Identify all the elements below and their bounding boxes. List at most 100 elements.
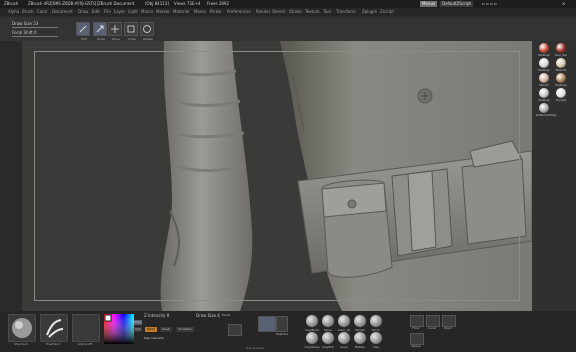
scale-icon: [127, 25, 135, 33]
zsphere-label: Zsphere: [276, 332, 289, 336]
alpha-thumbnail[interactable]: [72, 314, 100, 342]
brush-sphere-icon: [12, 318, 32, 338]
menu-macro[interactable]: Macro: [141, 9, 153, 14]
menu-draw[interactable]: Draw: [78, 9, 88, 14]
title-segment-app: ZBrush: [4, 1, 19, 6]
menu-layer[interactable]: Layer: [114, 9, 125, 14]
material-swatch-7[interactable]: [539, 88, 549, 98]
menu-picker[interactable]: Picker: [210, 9, 222, 14]
menu-tool[interactable]: Tool: [323, 9, 331, 14]
stroke-thumbnail[interactable]: [40, 314, 68, 342]
damstandard-brush-icon[interactable]: [338, 315, 350, 327]
window-icons[interactable]: ▫ ▫ ▫ ▫: [480, 1, 499, 7]
focal-label[interactable]: Focal: [222, 313, 230, 317]
focal-shift-slider[interactable]: [12, 36, 58, 37]
material-swatch-4[interactable]: [556, 58, 566, 68]
draw-button[interactable]: Draw: [93, 22, 107, 41]
material-swatch-8[interactable]: [556, 88, 566, 98]
freehand-stroke-icon: [46, 319, 64, 338]
menu-brush[interactable]: Brush: [22, 9, 34, 14]
material-label-7: MatCap: [538, 98, 550, 102]
material-swatch-3[interactable]: [539, 58, 549, 68]
stroke-label-7: ClayBuil: [321, 345, 335, 349]
move-icon: [111, 25, 119, 33]
menu-movie[interactable]: Movie: [194, 9, 206, 14]
draw-size-slider-label: Draw Size 53: [12, 21, 39, 26]
menus-button[interactable]: Menus: [420, 1, 438, 7]
persp-button[interactable]: [258, 316, 276, 332]
menu-texture[interactable]: Texture: [305, 9, 320, 14]
menu-stencil[interactable]: Stencil: [272, 9, 286, 14]
zsphere-button[interactable]: [276, 316, 288, 332]
stroke-label: FreeHand: [45, 342, 61, 346]
menu-zscript[interactable]: Zscript: [380, 9, 394, 14]
flatten-brush-icon[interactable]: [354, 332, 366, 344]
mrgb-button[interactable]: Mrgb: [134, 320, 142, 325]
material-swatch-2[interactable]: [556, 43, 566, 53]
camera-icon[interactable]: [228, 324, 242, 336]
canvas-viewport[interactable]: [22, 41, 532, 311]
title-bar: ZBrush ZBrush 4R2[B9S-Z6DB-AYXJ-GSTQ] ZB…: [0, 0, 576, 8]
menu-preferences[interactable]: Preferences: [227, 9, 251, 14]
menu-render[interactable]: Render: [256, 9, 270, 14]
close-icon[interactable]: ✕: [560, 1, 567, 7]
menu-stroke[interactable]: Stroke: [289, 9, 302, 14]
draw-size-label[interactable]: Draw Size 4: [196, 313, 220, 318]
material-label-9: ReflectedMap: [536, 113, 557, 117]
clay-brush-icon[interactable]: [370, 332, 382, 344]
material-label-4: BasicM: [555, 68, 567, 72]
stroke-label-10: Clay: [372, 345, 380, 349]
menu-color[interactable]: Color: [37, 9, 47, 14]
material-label-5: SkinSh: [538, 83, 550, 87]
menu-zplugin[interactable]: Zplugin: [362, 9, 377, 14]
menu-transform[interactable]: Transform: [336, 9, 356, 14]
claybuildup-brush-icon[interactable]: [322, 332, 334, 344]
focal-shift-slider-label: Focal Shift 0: [12, 30, 37, 35]
local-label: Local: [428, 326, 436, 330]
layer-brush-icon[interactable]: [338, 332, 350, 344]
hpolish-brush-icon[interactable]: [354, 315, 366, 327]
draw-size-slider[interactable]: [12, 27, 58, 28]
draw-icon: [96, 25, 104, 33]
move-button[interactable]: Move: [108, 22, 122, 41]
color-picker[interactable]: [104, 314, 134, 344]
stroke-label-6: ClayTubes: [304, 345, 320, 349]
menu-marker[interactable]: Marker: [156, 9, 170, 14]
scale-button[interactable]: Scale: [124, 22, 138, 41]
rgb-button[interactable]: Rgb: [134, 327, 142, 332]
rotate-button[interactable]: Rotate: [140, 22, 154, 41]
claybuild-brush-icon[interactable]: [306, 315, 318, 327]
material-label-8: Toyplst: [555, 98, 567, 102]
stroke-label-9: Flatten: [354, 345, 366, 349]
transparent-toggle[interactable]: Transparent: [246, 346, 264, 350]
move-brush-icon[interactable]: [322, 315, 334, 327]
menu-file[interactable]: File: [104, 9, 111, 14]
sculptris-button[interactable]: Sculptris: [176, 327, 194, 332]
menu-alpha[interactable]: Alpha: [8, 9, 19, 14]
material-swatch-6[interactable]: [556, 73, 566, 83]
rgb-intensity-label[interactable]: Rgb Intensity: [144, 336, 164, 340]
zsub-button[interactable]: Zsub: [160, 327, 172, 332]
brush-thumbnail[interactable]: [8, 314, 36, 342]
claytubes-brush-icon[interactable]: [306, 332, 318, 344]
title-segment-version: ZBrush 4R2[B9S-Z6DB-AYXJ-GSTQ]: [28, 1, 98, 6]
title-segment-views: Views 73E+4: [174, 1, 201, 6]
material-label-3: MatCap: [538, 68, 550, 72]
menu-document[interactable]: Document: [52, 9, 73, 14]
material-swatch-5[interactable]: [539, 73, 549, 83]
top-shelf: Draw Size 53 Focal Shift 0 Edit Draw Mov…: [0, 17, 576, 41]
default-zscript-button[interactable]: DefaultZScript: [440, 1, 473, 7]
rotate-icon: [143, 25, 151, 33]
menu-light[interactable]: Light: [128, 9, 138, 14]
pinch-brush-icon[interactable]: [370, 315, 382, 327]
menu-material[interactable]: Material: [173, 9, 189, 14]
material-swatch-9[interactable]: [539, 103, 549, 113]
left-tray: [0, 41, 22, 311]
material-swatch-1[interactable]: [539, 43, 549, 53]
stroke-label-8: Layer: [339, 345, 349, 349]
z-intensity-label[interactable]: Z Intensity 8: [144, 313, 169, 318]
menu-edit[interactable]: Edit: [92, 9, 100, 14]
edit-button[interactable]: Edit: [76, 22, 90, 41]
zadd-button[interactable]: Zadd: [145, 327, 157, 332]
edit-icon: [79, 25, 87, 33]
